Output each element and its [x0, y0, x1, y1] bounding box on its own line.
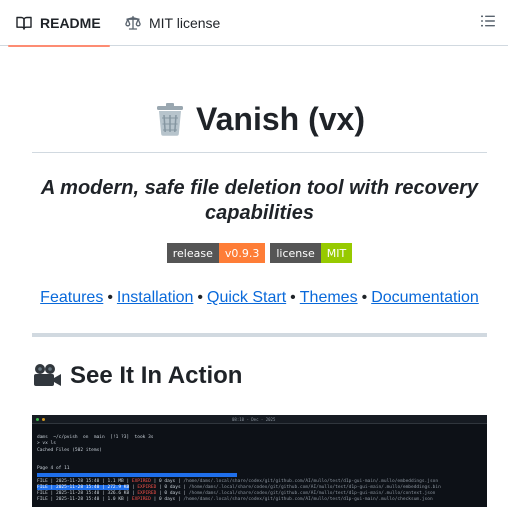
link-separator: • — [290, 289, 296, 306]
license-badge-label: license — [270, 243, 321, 263]
release-badge-value: v0.9.3 — [218, 243, 266, 263]
outline-button[interactable] — [476, 11, 500, 35]
link-quick-start[interactable]: Quick Start — [207, 289, 286, 306]
terminal-status-bar: 08:10 - Dec - 2025 — [32, 415, 487, 424]
link-separator: • — [107, 289, 113, 306]
link-documentation[interactable]: Documentation — [371, 289, 479, 306]
list-unordered-icon — [480, 13, 496, 34]
trash-can-icon — [154, 102, 186, 136]
section-title: See It In Action — [70, 362, 243, 389]
link-separator: • — [361, 289, 368, 306]
terminal-selection-bar — [37, 473, 237, 477]
readme-tab-bar: README MIT license — [0, 0, 508, 47]
terminal-cached-header: Cached Files (502 items) — [37, 448, 103, 453]
scale-icon — [125, 15, 141, 31]
readme-tagline: A modern, safe file deletion tool with r… — [40, 177, 479, 224]
tab-license-label: MIT license — [149, 15, 221, 31]
license-badge-value: MIT — [320, 243, 353, 263]
link-installation[interactable]: Installation — [117, 289, 194, 306]
terminal-row: FILE | 2025-11-28 15:40 | 1.0 KB | EXPIR… — [37, 497, 433, 502]
status-dot-icon — [36, 418, 39, 421]
book-icon — [16, 15, 32, 31]
readme-title-heading: Vanish (vx) — [32, 98, 487, 153]
link-themes[interactable]: Themes — [300, 289, 358, 306]
license-badge[interactable]: license MIT — [270, 243, 353, 263]
tab-readme-label: README — [40, 15, 101, 31]
link-separator: • — [197, 289, 204, 306]
tab-readme[interactable]: README — [8, 0, 110, 47]
tab-license[interactable]: MIT license — [118, 0, 220, 46]
release-badge[interactable]: release v0.9.3 — [166, 243, 266, 263]
terminal-command: > vx ls — [37, 441, 56, 446]
link-features[interactable]: Features — [40, 289, 103, 306]
terminal-page-indicator: Page 4 of 11 — [37, 466, 70, 471]
badge-row: release v0.9.3 license MIT — [32, 243, 487, 263]
section-heading: See It In Action — [32, 361, 487, 391]
readme-title: Vanish (vx) — [196, 101, 365, 137]
movie-camera-icon — [32, 363, 62, 389]
readme-nav-links: Features • Installation • Quick Start • Themes… — [32, 287, 487, 309]
release-badge-label: release — [166, 243, 219, 263]
terminal-clock: 08:10 - Dec - 2025 — [232, 417, 276, 422]
terminal-screenshot: 08:10 - Dec - 2025 dams ~/c/pvish on mai… — [32, 415, 487, 507]
status-dot-icon — [42, 418, 45, 421]
horizontal-rule — [32, 333, 487, 337]
